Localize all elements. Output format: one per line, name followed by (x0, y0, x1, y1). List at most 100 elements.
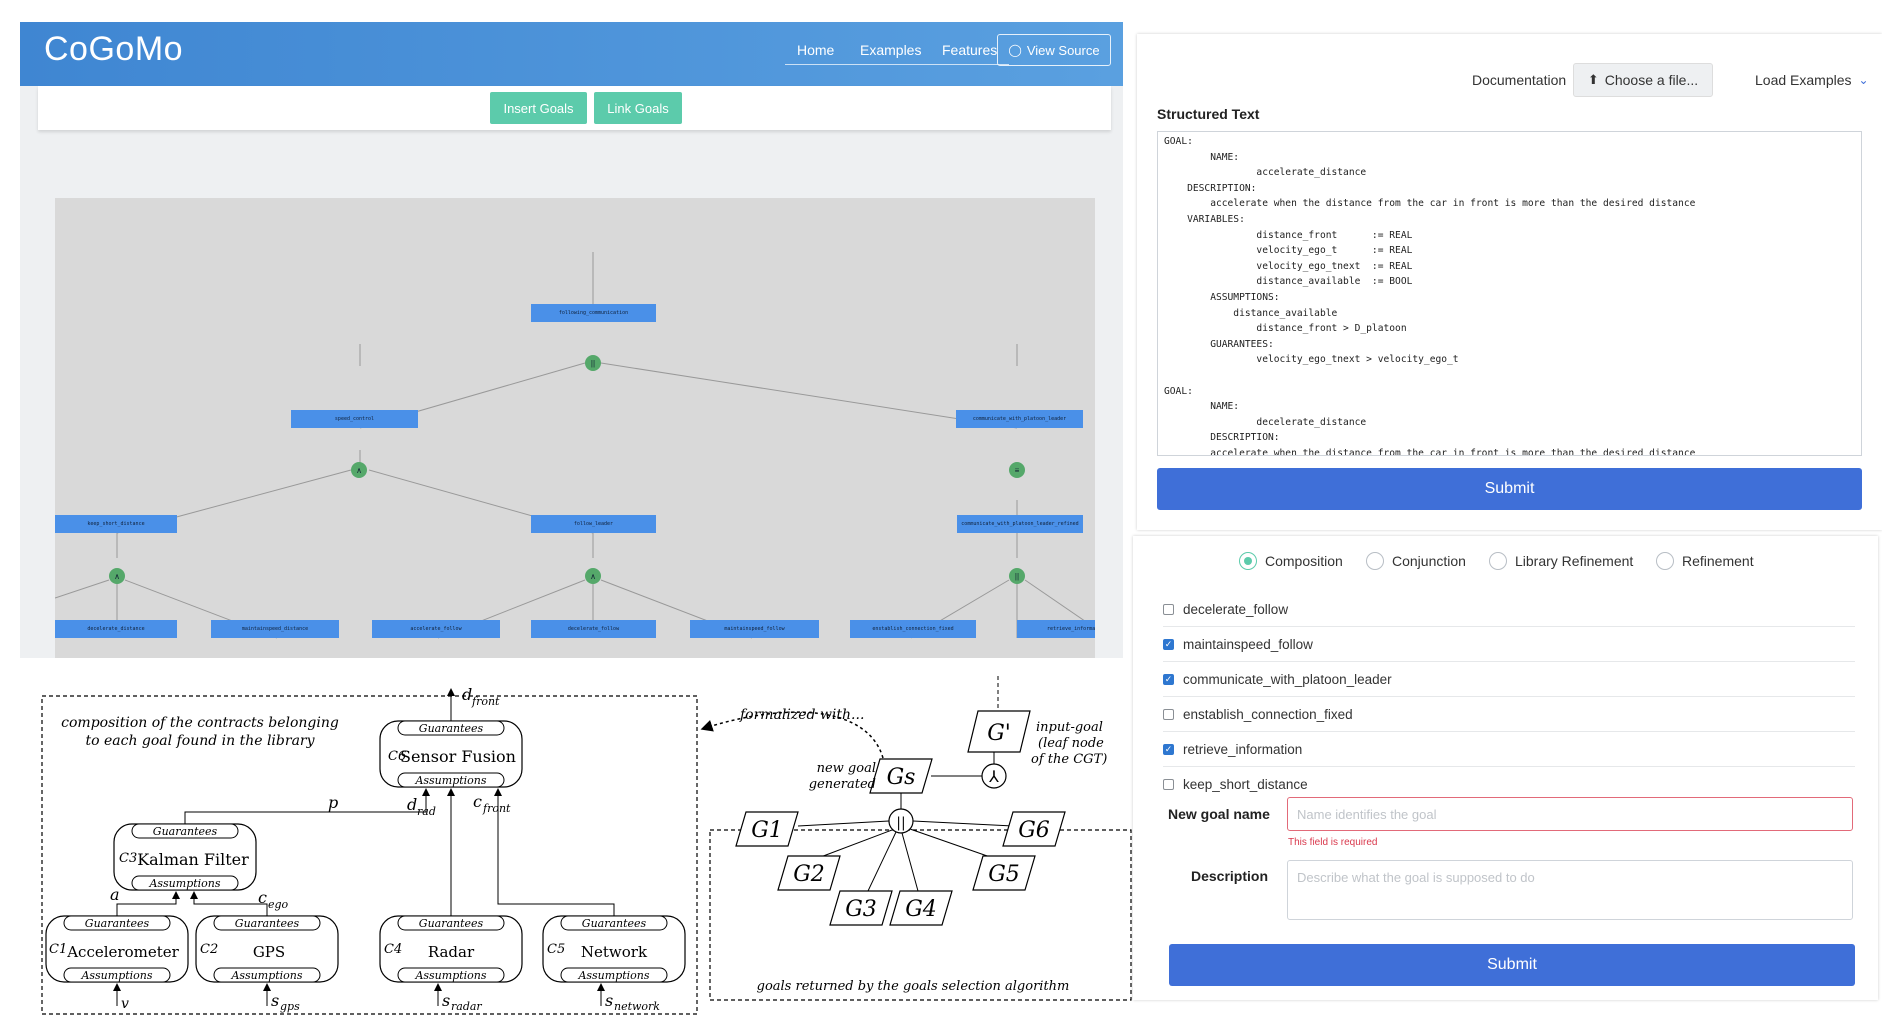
graph-node[interactable]: communicate_with_platoon_leader_refined (957, 515, 1083, 533)
contract-composition-diagram: composition of the contracts belonging t… (41, 676, 1132, 1015)
diagram-label: p (328, 793, 338, 812)
graph-node[interactable]: retrieve_information (1017, 620, 1095, 638)
goal-label: retrieve_information (1183, 741, 1303, 757)
diagram-label: Assumptions (414, 774, 486, 787)
diagram-label: radar (451, 1000, 482, 1013)
operator-node[interactable]: || (585, 355, 601, 371)
diagram-label: Guarantees (235, 917, 300, 930)
diagram-label: Guarantees (419, 722, 484, 735)
diagram-label: front (471, 695, 500, 708)
description-input[interactable] (1287, 860, 1853, 920)
graph-node[interactable]: decelerate_follow (531, 620, 656, 638)
diagram-label: v (121, 996, 129, 1012)
goal-checkbox-row[interactable]: decelerate_follow (1163, 592, 1855, 627)
radio-composition[interactable]: Composition (1239, 550, 1343, 572)
documentation-link[interactable]: Documentation (1472, 72, 1566, 88)
graph-node[interactable]: following_communication (531, 304, 656, 322)
graph-node[interactable]: follow_leader (531, 515, 656, 533)
nav-underline (847, 64, 939, 65)
radio-button[interactable] (1656, 552, 1674, 570)
diagram-label: G6 (1018, 818, 1050, 843)
diagram-label: G1 (751, 818, 783, 843)
structured-text-label: Structured Text (1157, 106, 1260, 122)
brand-logo[interactable]: CoGoMo (44, 30, 183, 69)
diagram-label: Guarantees (85, 917, 150, 930)
diagram-label: s (271, 991, 279, 1010)
graph-node[interactable]: keep_short_distance (55, 515, 177, 533)
load-examples-dropdown[interactable]: Load Examples ⌄ (1755, 72, 1869, 88)
view-source-button[interactable]: ◯ View Source (997, 34, 1111, 66)
checkbox[interactable]: ✓ (1163, 638, 1174, 650)
goal-checkbox-row[interactable]: ✓ maintainspeed_follow (1163, 627, 1855, 662)
description-label: Description (1191, 868, 1269, 884)
diagram-shape (190, 891, 268, 916)
goal-checkbox-row[interactable]: ✓ communicate_with_platoon_leader (1163, 662, 1855, 697)
goal-label: enstablish_connection_fixed (1183, 706, 1353, 722)
graph-node[interactable]: enstablish_connection_fixed (850, 620, 976, 638)
kalman-filter-component: Guarantees Assumptions C3 Kalman Filter (113, 823, 257, 891)
graph-node[interactable]: communicate_with_platoon_leader (956, 410, 1083, 428)
graph-node[interactable]: maintainspeed_distance (211, 620, 339, 638)
diagram-label: C5 (547, 942, 565, 957)
checkbox[interactable]: ✓ (1163, 743, 1174, 755)
goal-label: maintainspeed_follow (1183, 636, 1313, 652)
goal-checkbox-row[interactable]: ✓ retrieve_information (1163, 732, 1855, 767)
diagram-label: new goal (817, 761, 876, 776)
nav-home[interactable]: Home (797, 42, 834, 58)
radio-button[interactable] (1489, 552, 1507, 570)
diagram-label: (leaf node (1038, 736, 1104, 751)
radio-button[interactable] (1366, 552, 1384, 570)
new-goal-name-input[interactable] (1287, 797, 1853, 831)
network-component: Guarantees Assumptions C5 Network (542, 915, 686, 983)
link-goals-button[interactable]: Link Goals (594, 92, 682, 124)
operator-node[interactable]: ∧ (109, 568, 125, 584)
operator-node[interactable]: ∧ (585, 568, 601, 584)
submit-structured-text-button[interactable]: Submit (1157, 468, 1862, 510)
gps-component: Guarantees Assumptions C2 GPS (195, 915, 339, 983)
checkbox[interactable] (1163, 708, 1174, 720)
operator-node[interactable]: ∧ (351, 462, 367, 478)
diagram-label: s (605, 991, 613, 1010)
nav-examples[interactable]: Examples (860, 42, 921, 58)
checkbox[interactable] (1163, 778, 1174, 790)
submit-goal-button[interactable]: Submit (1169, 944, 1855, 986)
nav-features[interactable]: Features (942, 42, 997, 58)
radio-button[interactable] (1239, 552, 1257, 570)
choose-file-button[interactable]: ⬆ Choose a file... (1573, 63, 1713, 97)
checkbox[interactable]: ✓ (1163, 673, 1174, 685)
choose-file-label: Choose a file... (1604, 72, 1699, 88)
insert-goals-button[interactable]: Insert Goals (490, 92, 587, 124)
graph-node[interactable]: speed_control (291, 410, 418, 428)
checkbox[interactable] (1163, 603, 1174, 615)
diagram-shape (797, 820, 890, 827)
diagram-label: Assumptions (230, 969, 302, 982)
diagram-label: generated (809, 777, 876, 792)
diagram-shape (909, 828, 994, 859)
structured-text-editor[interactable]: GOAL: NAME: accelerate_distance DESCRIPT… (1157, 131, 1862, 456)
diagram-label: front (482, 802, 511, 815)
diagram-label: a (110, 885, 120, 904)
diagram-label: d (462, 685, 472, 704)
radio-library-refinement[interactable]: Library Refinement (1489, 550, 1633, 572)
chevron-down-icon: ⌄ (1858, 73, 1869, 87)
radio-refinement[interactable]: Refinement (1656, 550, 1754, 572)
diagram-label: G2 (793, 862, 825, 887)
operator-node[interactable]: ≡ (1009, 462, 1025, 478)
goal-checkbox-row[interactable]: keep_short_distance (1163, 767, 1855, 801)
diagram-shape (184, 788, 430, 824)
graph-node[interactable]: decelerate_distance (55, 620, 177, 638)
upload-icon: ⬆ (1587, 72, 1599, 87)
diagram-label: Guarantees (153, 825, 218, 838)
diagram-label: c (473, 792, 482, 811)
diagram-label: Kalman Filter (137, 850, 249, 869)
diagram-label: C1 (49, 942, 67, 957)
diagram-label: Guarantees (419, 917, 484, 930)
diagram-label: C3 (119, 851, 137, 866)
radio-conjunction[interactable]: Conjunction (1366, 550, 1466, 572)
graph-node[interactable]: maintainspeed_follow (690, 620, 819, 638)
diagram-label: s (442, 991, 450, 1010)
graph-node[interactable]: accelerate_follow (372, 620, 500, 638)
goal-graph-canvas[interactable]: following_communication || speed_control… (55, 198, 1095, 658)
operator-node[interactable]: || (1009, 568, 1025, 584)
goal-checkbox-row[interactable]: enstablish_connection_fixed (1163, 697, 1855, 732)
